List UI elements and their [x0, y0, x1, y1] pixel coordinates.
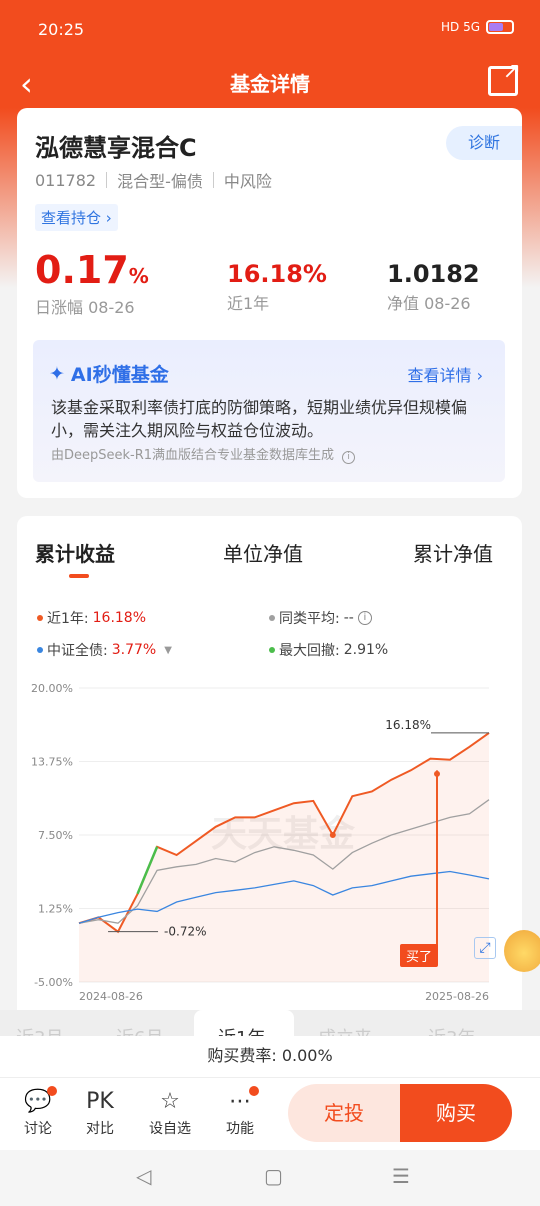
- mascot-icon[interactable]: [504, 930, 540, 972]
- x-tick-label: 2024-08-26: [79, 990, 143, 1003]
- daily-change-stat: 0.17% 日涨幅 08-26: [35, 248, 149, 318]
- expand-icon[interactable]: ⤢: [474, 937, 496, 959]
- chart-card: 累计收益 单位净值 累计净值 近1年: 16.18% 同类平均: -- i 中证…: [17, 516, 522, 1036]
- min-label: -0.72%: [164, 925, 206, 939]
- notification-dot: [47, 1086, 57, 1096]
- buy-button[interactable]: 购买: [400, 1084, 512, 1142]
- return-chart[interactable]: 20.00% 13.75% 7.50% 1.25% -5.00% 2024-08-26 20…: [17, 676, 522, 1006]
- ai-title-text: AI秒懂基金: [70, 364, 169, 386]
- functions-label: 功能: [226, 1121, 254, 1137]
- fund-category: 混合型-偏债: [117, 172, 203, 191]
- tab-cumulative-nav[interactable]: 累计净值: [413, 538, 493, 567]
- status-bar: 20:25 HD 5G: [0, 0, 540, 60]
- add-watchlist-button[interactable]: ☆ 设自选: [145, 1086, 195, 1138]
- legend-peer: 同类平均: -- i: [269, 608, 372, 628]
- x-tick-label: 2025-08-26: [425, 990, 489, 1003]
- index-dot-icon: [37, 647, 43, 653]
- fund-risk: 中风险: [223, 172, 272, 191]
- y-tick-label: -5.00%: [34, 976, 73, 989]
- legend-peer-label: 同类平均:: [279, 611, 340, 627]
- y-tick-label: 7.50%: [38, 829, 73, 842]
- nav-recent-icon[interactable]: ☰: [392, 1164, 410, 1188]
- peer-dot-icon: [269, 615, 275, 621]
- star-icon: ☆: [160, 1089, 180, 1114]
- share-icon[interactable]: [488, 59, 521, 96]
- tab-unit-nav[interactable]: 单位净值: [223, 538, 303, 567]
- system-nav-bar: ◁ ▢ ☰: [0, 1150, 540, 1206]
- legend-index[interactable]: 中证全债: 3.77% ▼: [37, 640, 172, 660]
- pk-icon: PK: [86, 1089, 114, 1114]
- discuss-label: 讨论: [24, 1121, 52, 1137]
- diagnose-button[interactable]: 诊断: [446, 126, 522, 160]
- legend-peer-value: --: [343, 610, 354, 626]
- nav-home-icon[interactable]: ▢: [264, 1164, 283, 1188]
- drawdown-dot-icon: [269, 647, 275, 653]
- nav-label: 净值 08-26: [387, 294, 471, 313]
- chart-tabs: 累计收益 单位净值 累计净值: [17, 538, 522, 578]
- legend-fund: 近1年: 16.18%: [37, 608, 146, 628]
- year-return-label: 近1年: [227, 294, 270, 313]
- nav-value: 1.0182: [387, 260, 480, 288]
- buy-point: [434, 770, 440, 777]
- chat-bubble-icon: 💬: [13, 1086, 63, 1118]
- daily-change-label: 日涨幅 08-26: [35, 298, 135, 317]
- legend-fund-label: 近1年:: [47, 611, 89, 627]
- legend-fund-value: 16.18%: [92, 610, 147, 626]
- discuss-button[interactable]: 💬 讨论: [13, 1086, 63, 1138]
- legend-drawdown: 最大回撤: 2.91%: [269, 640, 388, 660]
- page-title: 基金详情: [230, 72, 310, 96]
- nav-bar: ‹ 基金详情: [0, 59, 540, 110]
- y-tick-label: 1.25%: [38, 903, 73, 916]
- compare-label: 对比: [86, 1121, 114, 1137]
- fund-info-card: 泓德慧享混合C 诊断 011782 混合型-偏债 中风险 查看持仓 › 0.17…: [17, 108, 522, 498]
- year-return-stat: 16.18% 近1年: [227, 260, 327, 314]
- dip-point: [329, 832, 336, 838]
- ai-footer: 由DeepSeek-R1满血版结合专业基金数据库生成 i: [51, 444, 356, 464]
- status-time: 20:25: [38, 20, 85, 39]
- ai-detail-link[interactable]: 查看详情 ›: [408, 362, 484, 386]
- compare-button[interactable]: PK 对比: [75, 1086, 125, 1138]
- nav-back-icon[interactable]: ◁: [136, 1164, 151, 1188]
- legend-drawdown-value: 2.91%: [343, 642, 389, 658]
- functions-button[interactable]: ⋯ 功能: [215, 1086, 265, 1138]
- nav-stat: 1.0182 净值 08-26: [387, 260, 480, 314]
- fund-name: 泓德慧享混合C: [35, 134, 197, 162]
- y-tick-label: 20.00%: [31, 682, 73, 695]
- info-icon[interactable]: i: [342, 451, 356, 464]
- fund-dot-icon: [37, 615, 43, 621]
- ai-footer-text: 由DeepSeek-R1满血版结合专业基金数据库生成: [51, 448, 335, 463]
- active-tab-indicator: [69, 574, 89, 578]
- info-icon[interactable]: i: [357, 611, 372, 625]
- ai-title: ✦ AI秒懂基金: [49, 360, 169, 387]
- max-label: 16.18%: [385, 718, 431, 732]
- purchase-fee: 购买费率: 0.00%: [0, 1036, 540, 1078]
- dingtou-button[interactable]: 定投: [288, 1084, 400, 1142]
- ai-summary-box[interactable]: ✦ AI秒懂基金 查看详情 › 该基金采取利率债打底的防御策略，短期业绩优异但规…: [33, 340, 505, 482]
- divider: [106, 172, 108, 188]
- y-tick-label: 13.75%: [31, 756, 73, 769]
- status-icons: HD 5G: [441, 20, 514, 34]
- tab-cumulative-return[interactable]: 累计收益: [35, 538, 115, 567]
- sparkle-icon: ✦: [49, 362, 65, 385]
- fund-tags: 011782 混合型-偏债 中风险: [35, 168, 272, 192]
- legend-index-label: 中证全债:: [47, 643, 108, 659]
- buy-marker-tag: 买了: [400, 944, 439, 967]
- battery-icon: [486, 20, 514, 34]
- fund-code: 011782: [35, 170, 97, 190]
- divider: [212, 172, 214, 188]
- add-watchlist-label: 设自选: [149, 1121, 191, 1137]
- notification-dot: [249, 1086, 259, 1096]
- year-return-value: 16.18%: [227, 260, 327, 288]
- more-icon: ⋯: [215, 1086, 265, 1118]
- daily-change-value: 0.17%: [35, 248, 149, 292]
- legend-index-value: 3.77%: [111, 642, 157, 658]
- dropdown-triangle-icon[interactable]: ▼: [164, 645, 172, 656]
- view-holdings-link[interactable]: 查看持仓 ›: [35, 204, 118, 231]
- legend-drawdown-label: 最大回撤:: [279, 643, 340, 659]
- bottom-action-bar: 💬 讨论 PK 对比 ☆ 设自选 ⋯ 功能 定投 购买: [0, 1078, 540, 1150]
- network-icons: HD 5G: [440, 20, 480, 34]
- ai-summary-text: 该基金采取利率债打底的防御策略，短期业绩优异但规模偏小，需关注久期风险与权益仓位…: [51, 398, 468, 440]
